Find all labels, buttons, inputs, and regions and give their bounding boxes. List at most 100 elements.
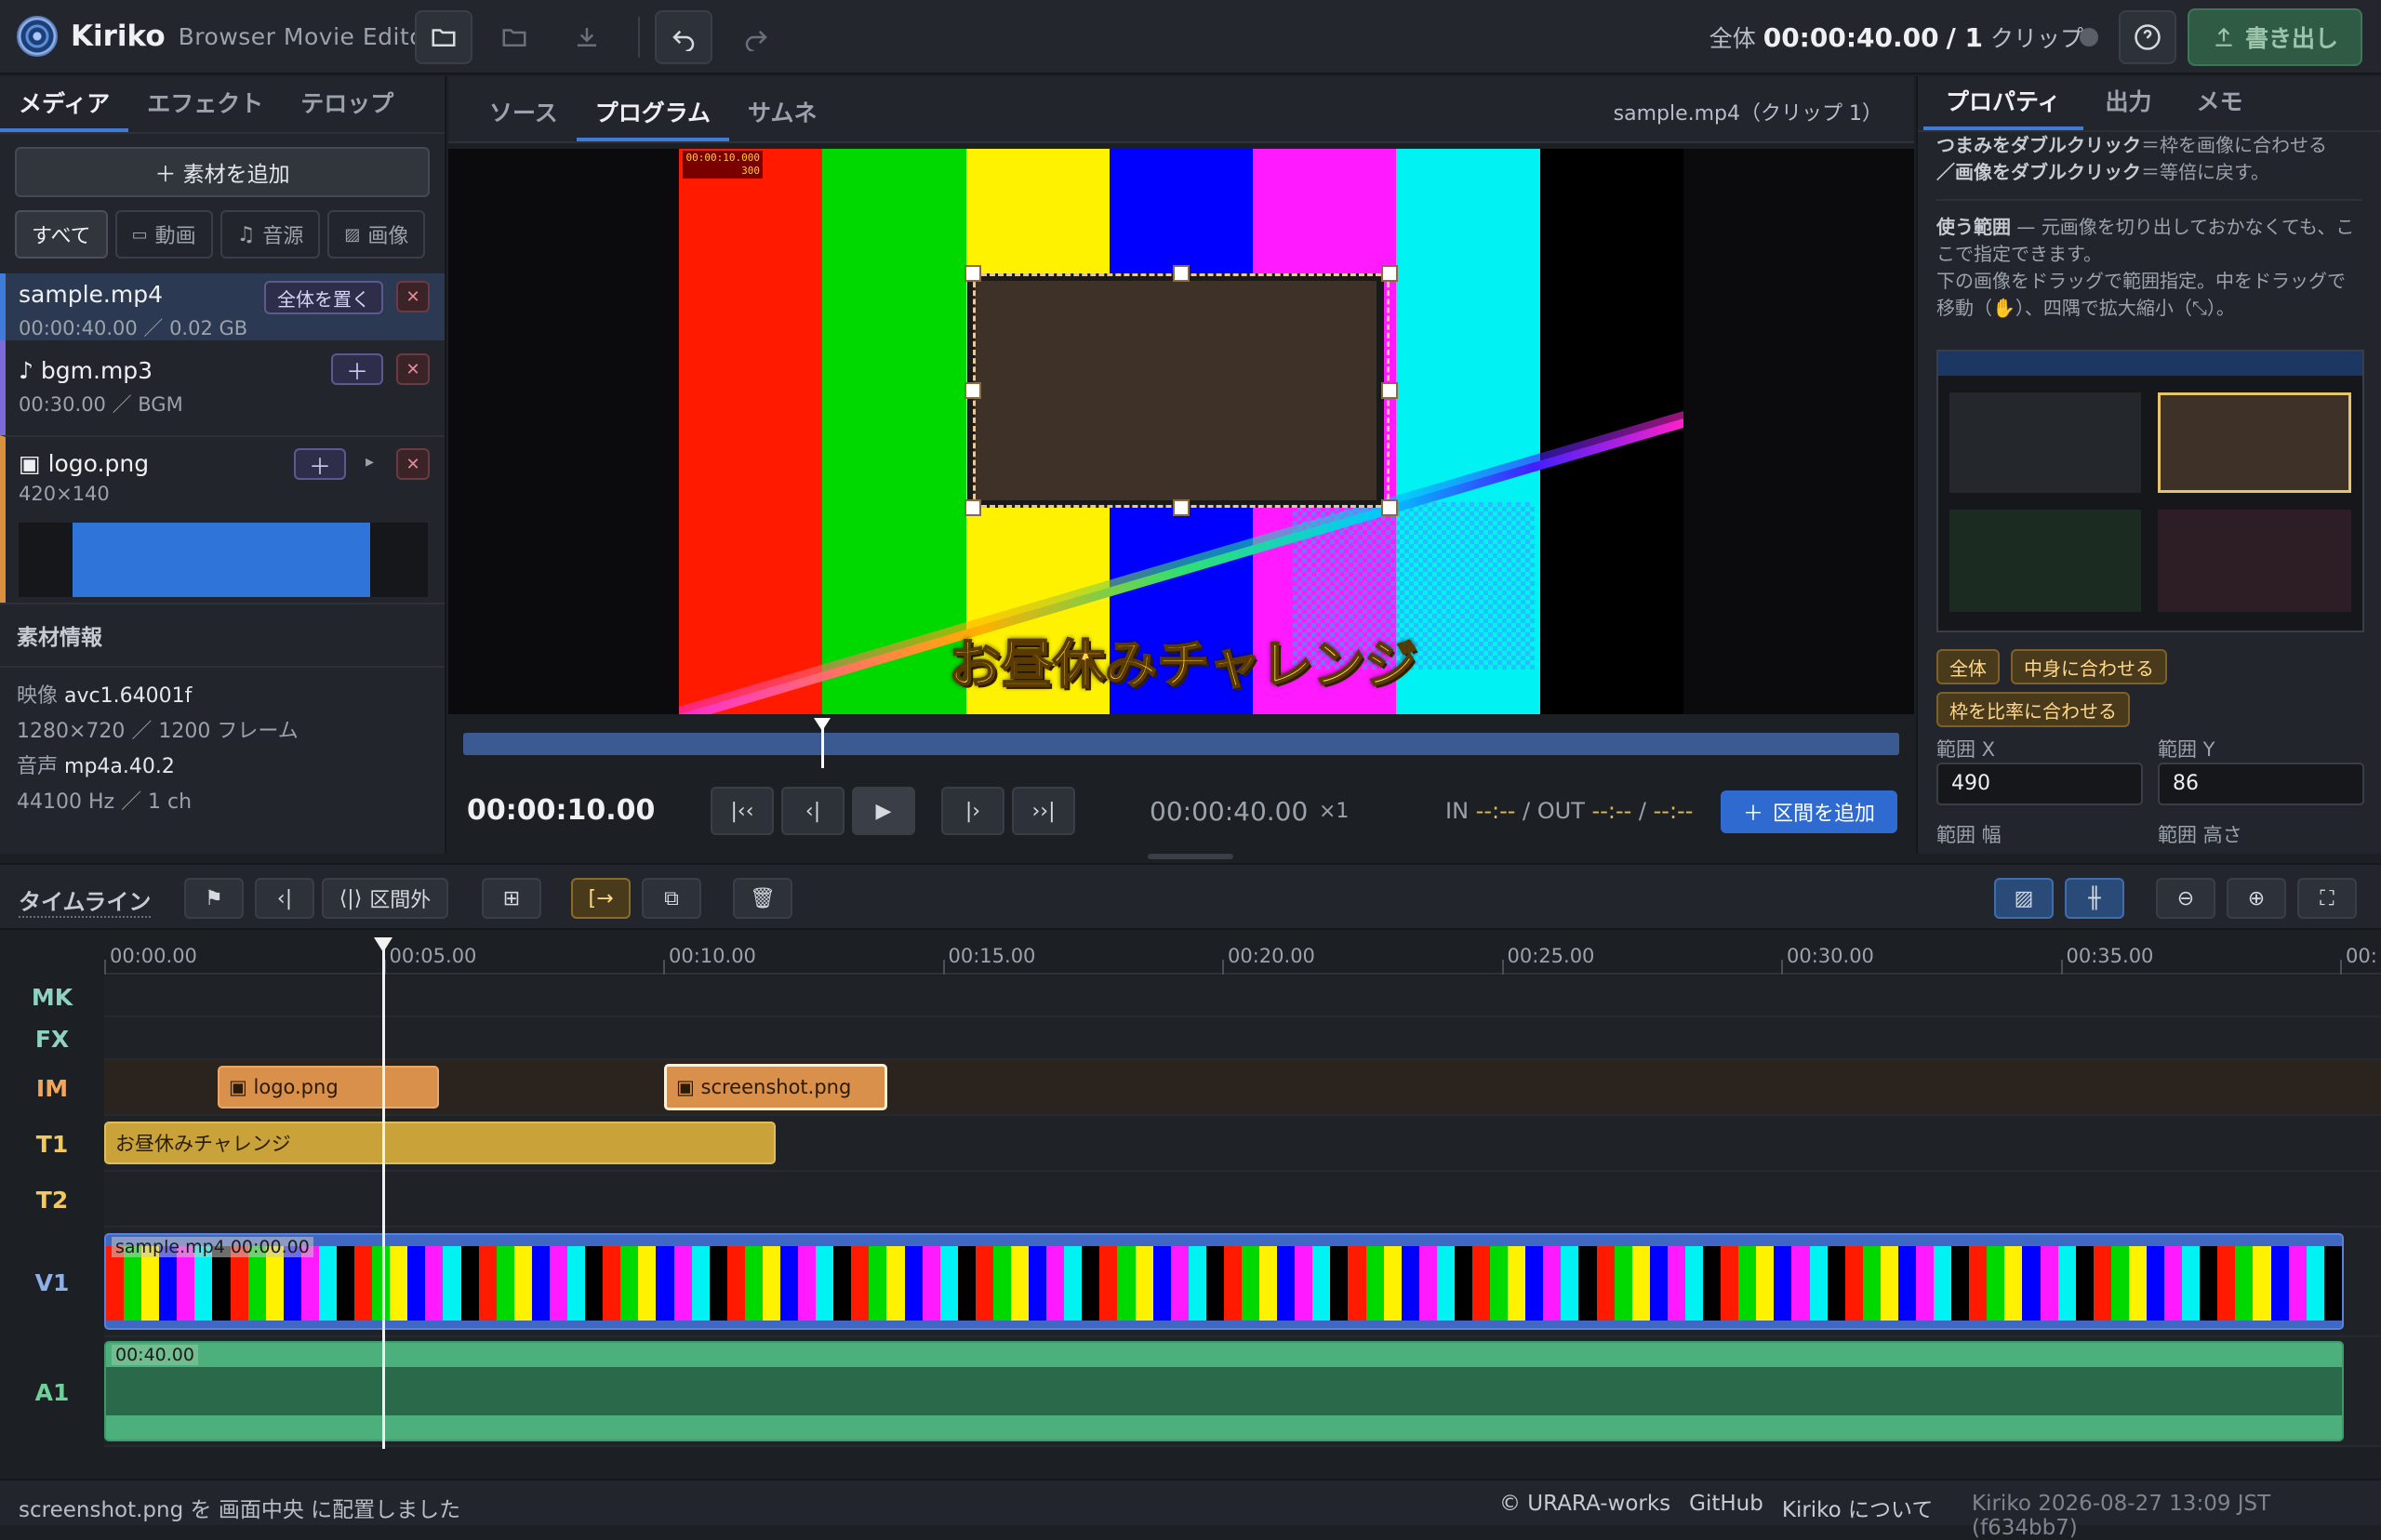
tab-media[interactable]: メディア <box>0 86 129 132</box>
about-link[interactable]: Kiriko について <box>1782 1492 1934 1523</box>
prev-frame-button[interactable]: ‹| <box>781 787 845 835</box>
effect-track[interactable] <box>104 1017 2381 1060</box>
text-track-2[interactable] <box>104 1172 2381 1228</box>
next-frame-button[interactable]: |› <box>941 787 1004 835</box>
media-item-sample[interactable]: sample.mp4 00:00:40.00 ／ 0.02 GB 全体を置く ✕ <box>0 273 445 340</box>
thumb-bar <box>1561 1246 1579 1321</box>
selection-box[interactable] <box>973 273 1390 508</box>
scrub-bar[interactable] <box>463 733 1899 755</box>
undo-button[interactable] <box>655 10 712 64</box>
audio-track[interactable]: 00:40.00 <box>104 1337 2381 1447</box>
out-of-range-button[interactable]: ⟨|⟩ 区間外 <box>322 878 448 919</box>
thumb-bar <box>212 1246 231 1321</box>
zoom-out-button[interactable]: ⊖ <box>2156 878 2215 919</box>
range-bracket-icon: ⟨|⟩ <box>339 886 363 910</box>
resize-handle-b[interactable] <box>1173 499 1190 516</box>
thumb-bar <box>300 1246 319 1321</box>
snap-toggle-button[interactable]: [→ <box>571 878 631 919</box>
screenshot-clip[interactable]: ▣ screenshot.png <box>664 1064 887 1110</box>
zoom-in-icon: ⊕ <box>2247 886 2266 910</box>
redo-button[interactable] <box>727 10 785 64</box>
audio-clip[interactable]: 00:40.00 <box>104 1341 2344 1441</box>
github-link[interactable]: GitHub <box>1689 1492 1763 1523</box>
range-fit-content-button[interactable]: 中身に合わせる <box>2011 649 2167 684</box>
jump-prev-button[interactable]: ‹| <box>255 878 314 919</box>
tab-memo[interactable]: メモ <box>2175 84 2266 130</box>
panel-resize-handle[interactable] <box>1148 854 1233 859</box>
export-button[interactable]: 書き出し <box>2188 8 2362 66</box>
add-to-timeline-button[interactable]: ＋ <box>331 353 383 385</box>
tab-source[interactable]: ソース <box>471 95 577 141</box>
thumb-bar <box>886 1246 905 1321</box>
place-all-button[interactable]: 全体を置く <box>264 281 383 314</box>
tab-effects[interactable]: エフェクト <box>128 86 282 132</box>
resize-handle-l[interactable] <box>964 382 981 399</box>
tab-output[interactable]: 出力 <box>2083 84 2175 130</box>
timeline-title[interactable]: タイムライン <box>19 883 152 918</box>
thumbnail-view-toggle[interactable]: ▨ <box>1994 878 2054 919</box>
save-project-button[interactable] <box>558 10 616 64</box>
remove-media-button[interactable]: ✕ <box>396 281 430 312</box>
text-track-1[interactable]: お昼休みチャレンジ <box>104 1116 2381 1172</box>
resize-handle-t[interactable] <box>1173 265 1190 282</box>
range-fit-ratio-button[interactable]: 枠を比率に合わせる <box>1936 692 2130 727</box>
go-to-start-button[interactable]: |‹‹ <box>711 787 774 835</box>
add-text-button[interactable]: ⊞ <box>482 878 541 919</box>
time-ruler[interactable]: 00:00.00 00:05.00 00:10.00 00:15.00 00:20.00… <box>104 932 2381 975</box>
video-clip[interactable]: sample.mp4 00:00.00 <box>104 1233 2344 1330</box>
media-item-logo[interactable]: ▣ logo.png 420×140 ＋ ▸ ✕ <box>0 435 445 603</box>
range-crop-canvas[interactable] <box>1936 350 2364 632</box>
resize-handle-tr[interactable] <box>1381 265 1398 282</box>
filter-video[interactable]: ▭ 動画 <box>114 210 213 259</box>
playback-speed[interactable]: ×1 <box>1319 800 1349 823</box>
add-marker-button[interactable]: ⚑ <box>184 878 244 919</box>
thumb-bar <box>922 1246 940 1321</box>
add-to-timeline-button[interactable]: ＋ <box>294 448 346 480</box>
tab-properties[interactable]: プロパティ <box>1923 84 2083 130</box>
viewer-tabs: ソース プログラム サムネ sample.mp4（クリップ 1） <box>448 76 1914 143</box>
new-project-button[interactable] <box>415 10 472 64</box>
delete-button[interactable]: 🗑 <box>733 878 792 919</box>
remove-media-button[interactable]: ✕ <box>396 448 430 480</box>
marker-track[interactable] <box>104 976 2381 1017</box>
waveform-view-toggle[interactable]: ╫ <box>2065 878 2124 919</box>
video-track[interactable]: sample.mp4 00:00.00 <box>104 1228 2381 1337</box>
zoom-in-button[interactable]: ⊕ <box>2227 878 2286 919</box>
range-full-button[interactable]: 全体 <box>1936 649 2000 684</box>
timeline-playhead[interactable] <box>373 937 392 1449</box>
image-track[interactable]: ▣ logo.png ▣ screenshot.png <box>104 1060 2381 1116</box>
fit-timeline-button[interactable]: ⛶ <box>2297 878 2357 919</box>
add-media-button[interactable]: ＋ 素材を追加 <box>15 147 430 197</box>
export-label: 書き出し <box>2244 25 2338 52</box>
media-item-bgm[interactable]: ♪ bgm.mp3 00:30.00 ／ BGM ＋ ✕ <box>0 340 445 435</box>
telop-clip[interactable]: お昼休みチャレンジ <box>104 1122 776 1164</box>
range-y-input[interactable]: 86 <box>2158 763 2364 805</box>
filter-image[interactable]: ▨ 画像 <box>327 210 426 259</box>
chevron-right-icon[interactable]: ▸ <box>366 452 374 471</box>
go-to-end-button[interactable]: ››| <box>1012 787 1075 835</box>
resize-handle-r[interactable] <box>1381 382 1398 399</box>
thumb-bar <box>833 1246 852 1321</box>
telop-text[interactable]: お昼休みチャレンジ <box>948 623 1417 698</box>
resize-handle-br[interactable] <box>1381 499 1398 516</box>
tab-program[interactable]: プログラム <box>576 95 730 141</box>
open-project-button[interactable] <box>486 10 543 64</box>
range-x-input[interactable]: 490 <box>1936 763 2143 805</box>
tab-telop[interactable]: テロップ <box>282 86 412 132</box>
logo-clip[interactable]: ▣ logo.png <box>218 1066 439 1109</box>
filter-all[interactable]: すべて <box>15 210 108 259</box>
resize-handle-tl[interactable] <box>964 265 981 282</box>
add-range-button[interactable]: ＋ 区間を追加 <box>1721 790 1897 833</box>
copyright-link[interactable]: © URARA-works <box>1499 1492 1670 1523</box>
resize-handle-bl[interactable] <box>964 499 981 516</box>
help-button[interactable] <box>2119 10 2176 64</box>
duplicate-button[interactable]: ⧉ <box>642 878 701 919</box>
thumb-bar <box>407 1246 426 1321</box>
scrub-playhead[interactable] <box>814 718 831 768</box>
program-viewer[interactable]: 00:00:10.000 300 お昼休みチャレンジ <box>448 149 1914 714</box>
play-button[interactable]: ▶ <box>852 787 915 835</box>
properties-panel: プロパティ 出力 メモ つまみをダブルクリック＝枠を画像に合わせる ／画像をダブ… <box>1916 76 2381 854</box>
tab-thumbnail[interactable]: サムネ <box>729 95 836 141</box>
filter-audio[interactable]: ♫ 音源 <box>219 210 321 259</box>
remove-media-button[interactable]: ✕ <box>396 353 430 385</box>
